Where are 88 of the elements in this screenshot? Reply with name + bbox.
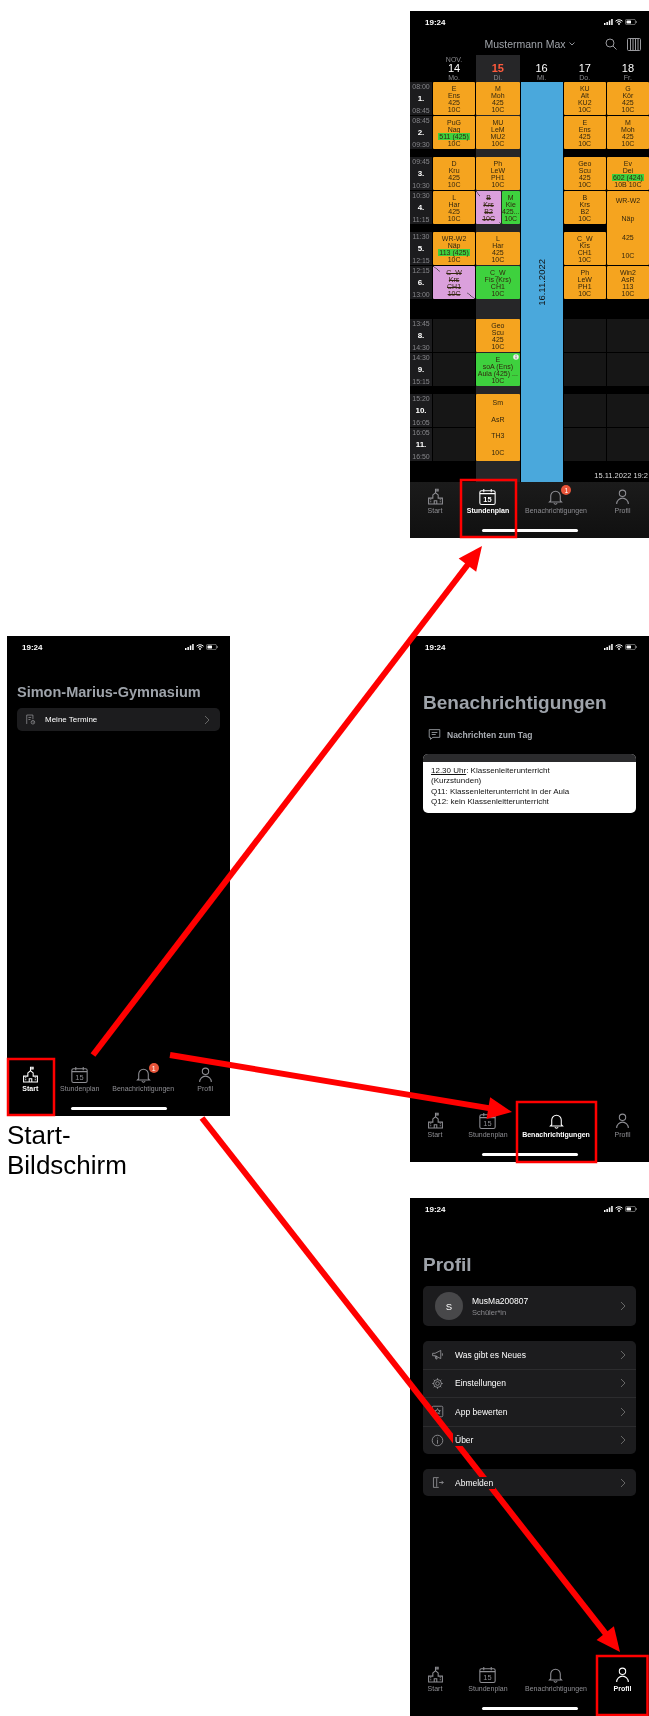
menu-label: Über xyxy=(453,1434,476,1447)
school-icon xyxy=(426,488,444,505)
status-time: 19:24 xyxy=(425,1204,446,1214)
wifi-icon xyxy=(615,1206,623,1212)
page-title: Benachrichtigungen xyxy=(423,692,608,714)
period-number: 9. xyxy=(417,365,425,374)
highlight-frame xyxy=(595,1654,649,1716)
bell-icon xyxy=(547,1666,565,1683)
message-text: 12.30 Uhr: Klassenleiterunterricht (Kurzstunden) Q11: Klassenleiterunterricht in der Aula Q12: kein Klassenleitterunterricht xyxy=(430,765,571,808)
period-number: 4. xyxy=(417,203,425,212)
period-number: 5. xyxy=(417,244,425,253)
chevron-icon xyxy=(204,714,210,725)
bell-icon xyxy=(547,488,565,505)
menu-item[interactable]: Einstellungen xyxy=(423,1368,636,1397)
day-number[interactable]: 16 xyxy=(535,63,548,74)
period-number: 6. xyxy=(417,278,425,287)
status-time: 19:24 xyxy=(425,17,446,27)
period-number: 8. xyxy=(417,331,425,340)
user-name: MusMa200807 xyxy=(472,1295,529,1306)
bell-icon xyxy=(547,1112,565,1129)
school-icon xyxy=(426,1112,444,1129)
chevron-icon xyxy=(620,1477,626,1488)
gear-icon xyxy=(431,1376,444,1390)
signal-icon xyxy=(604,19,613,25)
page-title: Profil xyxy=(423,1254,473,1276)
chevron-icon xyxy=(620,1349,626,1360)
school-icon xyxy=(426,1666,444,1683)
signal-icon xyxy=(604,644,613,650)
period-number: 10. xyxy=(415,406,427,415)
menu-item[interactable]: Was gibt es Neues xyxy=(423,1341,636,1369)
person-icon xyxy=(614,1666,631,1683)
document-icon xyxy=(25,714,36,725)
student-name[interactable]: Mustermann Max xyxy=(484,38,566,50)
period-number: 2. xyxy=(417,128,425,137)
school-icon xyxy=(21,1066,39,1083)
chevron-down-icon xyxy=(568,42,575,46)
search-icon[interactable] xyxy=(605,38,617,50)
calendar-icon: 15 xyxy=(479,1666,497,1683)
avatar: S xyxy=(435,1292,463,1320)
bell-icon xyxy=(134,1066,152,1083)
day-number[interactable]: 15 xyxy=(491,63,504,74)
calendar-icon: 15 xyxy=(71,1066,89,1083)
menu-item[interactable]: Über xyxy=(423,1425,636,1454)
wifi-icon xyxy=(196,644,204,650)
battery-icon xyxy=(206,644,218,650)
signal-icon xyxy=(604,1206,613,1212)
megaphone-icon xyxy=(431,1348,444,1362)
chevron-icon xyxy=(620,1435,626,1446)
period-number: 3. xyxy=(417,169,425,178)
day-number[interactable]: 14 xyxy=(447,63,461,74)
battery-icon xyxy=(625,1206,637,1212)
day-number[interactable]: 18 xyxy=(621,63,635,74)
status-time: 19:24 xyxy=(22,642,43,652)
signal-icon xyxy=(185,644,194,650)
logout-row[interactable]: Abmelden xyxy=(423,1469,636,1496)
menu-label: Abmelden xyxy=(453,1476,496,1489)
menu-item[interactable]: App bewerten xyxy=(423,1397,636,1426)
caption-text: Start-Bildschirm xyxy=(7,1120,128,1180)
battery-icon xyxy=(625,19,637,25)
menu-label: Einstellungen xyxy=(453,1377,509,1390)
exit-icon xyxy=(431,1476,444,1489)
chevron-icon xyxy=(620,1378,626,1389)
period-number: 11. xyxy=(415,440,427,449)
menu-label: App bewerten xyxy=(453,1405,510,1418)
section-heading: Nachrichten zum Tag xyxy=(447,729,533,740)
info-icon xyxy=(431,1433,444,1447)
row-label: Meine Termine xyxy=(45,715,98,724)
chevron-icon xyxy=(620,1301,626,1311)
highlight-frame xyxy=(6,1057,56,1117)
menu-label: Was gibt es Neues xyxy=(453,1348,529,1361)
day-number[interactable]: 17 xyxy=(578,63,591,74)
battery-icon xyxy=(625,644,637,650)
school-title: Simon-Marius-Gymnasium xyxy=(17,684,202,700)
wifi-icon xyxy=(615,19,623,25)
wifi-icon xyxy=(615,644,623,650)
chevron-icon xyxy=(620,1406,626,1417)
person-icon xyxy=(614,1112,631,1129)
calendar-icon: 15 xyxy=(479,488,497,505)
person-icon xyxy=(196,1066,214,1083)
chat-icon xyxy=(428,728,441,741)
calendar-icon: 15 xyxy=(479,1112,497,1129)
status-time: 19:24 xyxy=(425,642,446,652)
highlight-frame xyxy=(459,478,518,539)
person-icon xyxy=(614,488,631,505)
appointments-row[interactable]: Meine Termine xyxy=(17,708,220,731)
holiday-date: 16.11.2022 xyxy=(536,258,548,306)
columns-icon[interactable] xyxy=(627,37,641,51)
period-number: 1. xyxy=(417,94,425,103)
